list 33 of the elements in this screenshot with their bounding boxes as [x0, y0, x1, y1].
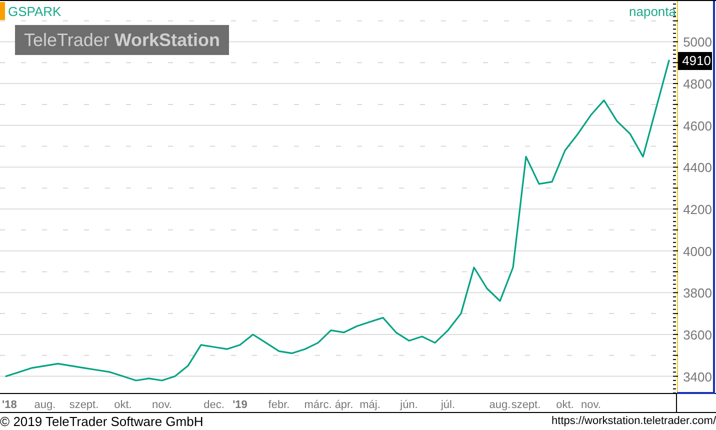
y-axis-label: 4200: [683, 202, 712, 217]
x-axis-label: szept.: [511, 399, 541, 411]
last-price-label: 4910: [678, 52, 712, 70]
x-axis-label: dec.: [204, 399, 224, 411]
y-axis-label: 3800: [683, 286, 712, 301]
x-axis-label: márc.: [304, 399, 332, 411]
x-axis-label: febr.: [268, 399, 290, 411]
x-axis-label: '18: [2, 399, 17, 411]
y-axis-label: 3600: [683, 327, 712, 342]
x-axis-label: szept.: [69, 399, 99, 411]
x-axis-label: '19: [232, 399, 248, 411]
x-axis-label: ápr.: [334, 399, 354, 411]
y-axis-label: 4000: [683, 244, 712, 259]
interval-label: naponta: [629, 4, 676, 19]
logo-label: TeleTrader WorkStation: [15, 25, 230, 55]
x-axis-label: aug.: [489, 399, 511, 411]
x-axis-label: nov.: [581, 399, 601, 411]
x-axis-label: nov.: [152, 399, 172, 411]
x-axis-label: jún.: [400, 399, 418, 411]
x-axis-label: okt.: [556, 399, 574, 411]
y-axis-label: 4800: [683, 76, 712, 92]
symbol-marker: [0, 2, 5, 20]
x-axis-label: okt.: [114, 399, 132, 411]
copyright-text: © 2019 TeleTrader Software GmbH: [0, 415, 204, 428]
y-axis-label: 4400: [683, 160, 712, 176]
y-axis-label: 5000: [683, 34, 712, 50]
website-link[interactable]: https://workstation.teletrader.com/: [552, 416, 716, 427]
x-axis-label: júl.: [440, 399, 456, 411]
y-axis-label: 3400: [683, 369, 712, 384]
y-axis-label: 4600: [683, 118, 712, 134]
x-axis-label: máj.: [360, 399, 380, 411]
symbol-label: GSPARK: [8, 4, 62, 19]
x-axis-label: aug.: [34, 399, 56, 411]
